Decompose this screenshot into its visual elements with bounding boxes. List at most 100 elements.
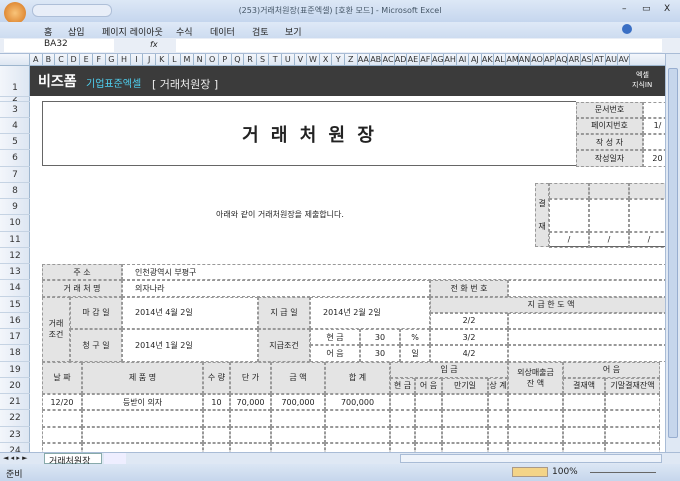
table-cell: 등받이 의자	[82, 394, 203, 411]
close-date-label: 마 감 일	[70, 296, 122, 329]
sheet-tabs-bar: ◄ ◂ ▸ ► 거래처원장	[0, 452, 680, 467]
table-cell	[82, 410, 203, 427]
table-cell	[563, 426, 605, 443]
header-date: 날 짜	[42, 361, 82, 394]
table-cell: 700,000	[271, 394, 325, 411]
table-cell	[271, 442, 325, 452]
limit-value: 2/2	[430, 312, 508, 329]
sheet-tab[interactable]: 거래처원장	[44, 453, 102, 467]
limit-value: 3/2	[430, 329, 508, 346]
table-cell	[563, 394, 605, 411]
note-unit: 일	[400, 345, 430, 362]
table-cell	[508, 394, 563, 411]
table-cell	[415, 442, 442, 452]
header-note: 어 음	[415, 377, 442, 394]
table-cell	[390, 426, 415, 443]
limit-amount	[508, 345, 665, 362]
table-cell	[203, 410, 230, 427]
limit-amount	[508, 329, 665, 346]
table-cell: 12/20	[42, 394, 82, 411]
phone-value	[508, 280, 665, 297]
header-product: 제 품 명	[82, 361, 203, 394]
header-paid: 결재액	[563, 377, 605, 394]
table-cell	[488, 394, 508, 411]
table-cell	[563, 410, 605, 427]
table-cell: 70,000	[230, 394, 271, 411]
address-label: 주 소	[42, 264, 122, 281]
pay-date-label: 지 급 일	[258, 296, 310, 329]
table-cell	[415, 410, 442, 427]
zoom-slider[interactable]	[590, 472, 656, 473]
header-ar: 외상매출금 잔 액	[508, 361, 563, 394]
cash-value: 30	[360, 329, 400, 346]
header-price: 단 가	[230, 361, 271, 394]
table-cell	[442, 442, 488, 452]
header-cash: 현 금	[390, 377, 415, 394]
table-cell	[390, 394, 415, 411]
table-cell	[230, 426, 271, 443]
table-cell	[563, 442, 605, 452]
header-bill: 어 음	[563, 361, 660, 378]
table-cell	[605, 442, 660, 452]
limit-amount	[508, 312, 665, 329]
bill-date: 2014년 1월 2일	[122, 329, 258, 362]
table-cell	[488, 426, 508, 443]
table-cell	[488, 442, 508, 452]
table-cell	[390, 410, 415, 427]
table-cell	[605, 426, 660, 443]
table-cell	[442, 410, 488, 427]
header-amount: 금 액	[271, 361, 325, 394]
scroll-thumb[interactable]	[668, 68, 678, 438]
header-due: 만기일	[442, 377, 488, 394]
table-cell	[325, 426, 390, 443]
table-cell	[508, 426, 563, 443]
client-label: 거 래 처 명	[42, 280, 122, 297]
status-bar: 준비 100%	[0, 464, 680, 481]
table-cell	[442, 394, 488, 411]
view-buttons[interactable]	[512, 467, 548, 477]
table-cell	[325, 410, 390, 427]
header-deposit: 입 금	[390, 361, 508, 378]
table-cell	[271, 410, 325, 427]
header-total: 합 계	[325, 361, 390, 394]
table-cell	[605, 394, 660, 411]
table-cell	[42, 442, 82, 452]
header-offset: 상 계	[488, 377, 508, 394]
zoom-level[interactable]: 100%	[552, 467, 578, 477]
phone-label: 전 화 번 호	[430, 280, 508, 297]
table-cell	[325, 442, 390, 452]
client-value: 의자나라	[122, 280, 430, 297]
table-cell	[203, 426, 230, 443]
header-remain: 기말결재잔액	[605, 377, 660, 394]
cash-label: 현 금	[310, 329, 360, 346]
table-cell: 700,000	[325, 394, 390, 411]
table-cell	[605, 410, 660, 427]
header-qty: 수 량	[203, 361, 230, 394]
table-cell: 10	[203, 394, 230, 411]
horizontal-scrollbar[interactable]	[400, 454, 662, 463]
table-cell	[203, 442, 230, 452]
table-cell	[390, 442, 415, 452]
table-cell	[442, 426, 488, 443]
table-cell	[82, 442, 203, 452]
pay-date: 2014년 2월 2일	[310, 296, 430, 329]
close-date: 2014년 4월 2일	[122, 296, 258, 329]
sheet-nav-buttons[interactable]: ◄ ◂ ▸ ►	[3, 454, 27, 462]
cash-unit: %	[400, 329, 430, 346]
table-cell	[230, 442, 271, 452]
table-cell	[508, 442, 563, 452]
limit-label: 지 급 한 도 액	[430, 296, 665, 313]
table-cell	[508, 410, 563, 427]
bill-date-label: 청 구 일	[70, 329, 122, 362]
vertical-scrollbar[interactable]	[665, 54, 680, 452]
table-cell	[271, 426, 325, 443]
table-cell	[415, 394, 442, 411]
status-ready: 준비	[6, 470, 23, 480]
table-cell	[230, 410, 271, 427]
table-cell	[415, 426, 442, 443]
insert-sheet-tab[interactable]	[104, 453, 126, 464]
terms-label: 거래 조건	[42, 296, 70, 362]
table-cell	[82, 426, 203, 443]
pay-terms-label: 지급조건	[258, 329, 310, 362]
table-cell	[488, 410, 508, 427]
